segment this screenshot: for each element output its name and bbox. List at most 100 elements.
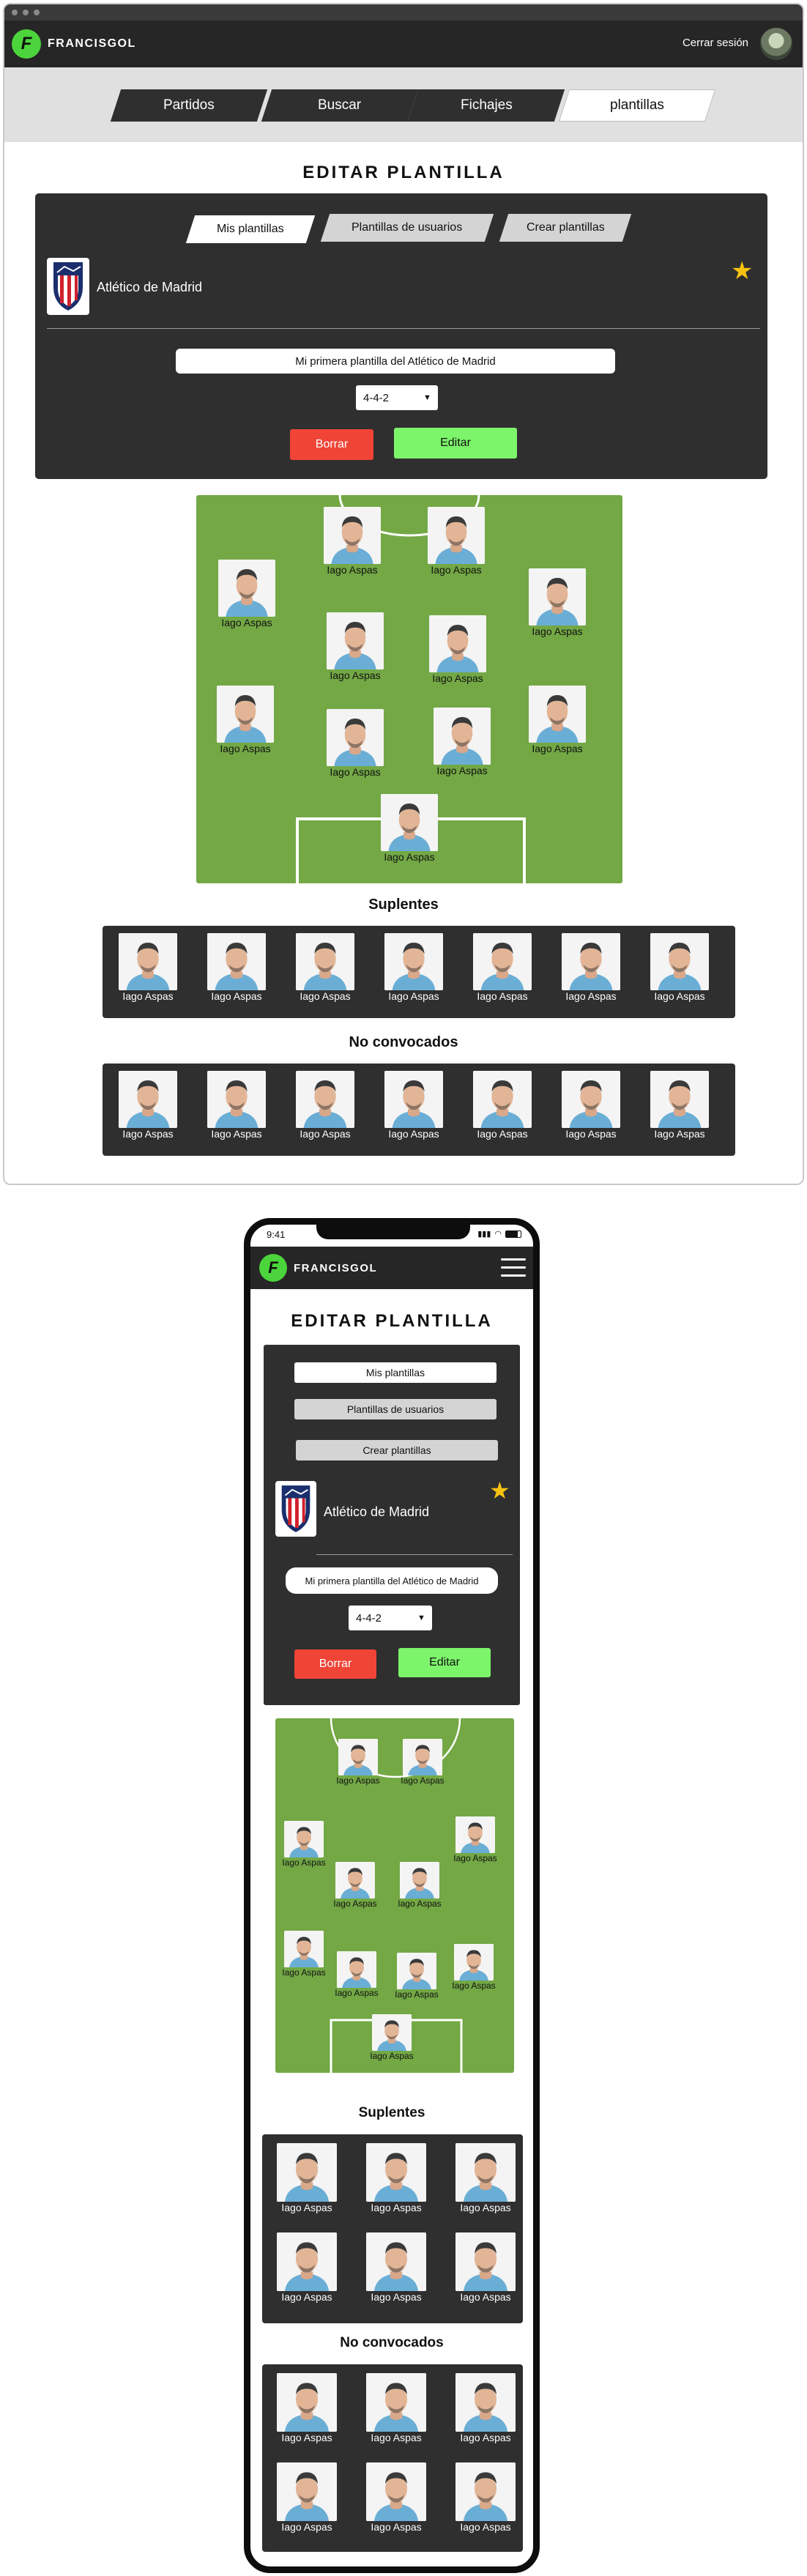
- player-card[interactable]: Iago Aspas: [104, 933, 192, 1002]
- player-name: Iago Aspas: [388, 1128, 439, 1140]
- subtab-label: Crear plantillas: [526, 221, 605, 234]
- player-card[interactable]: Iago Aspas: [458, 1071, 546, 1140]
- player-card[interactable]: Iago Aspas: [352, 2232, 441, 2303]
- hamburger-menu-icon[interactable]: [501, 1258, 526, 1277]
- player-card[interactable]: Iago Aspas: [636, 1071, 724, 1140]
- logo-icon: F: [12, 29, 41, 59]
- subtab-crear-plantillas[interactable]: Crear plantillas: [499, 214, 632, 242]
- subtab-plantillas-usuarios[interactable]: Plantillas de usuarios: [320, 214, 494, 242]
- subtab-crear-plantillas[interactable]: Crear plantillas: [296, 1440, 498, 1460]
- player-card[interactable]: Iago Aspas: [352, 2462, 441, 2533]
- player-card[interactable]: Iago Aspas: [419, 708, 505, 776]
- top-header: F FRANCISGOL Cerrar sesión: [4, 21, 803, 67]
- not-called-heading: No convocados: [340, 2335, 444, 2350]
- player-card[interactable]: Iago Aspas: [312, 612, 398, 681]
- player-card[interactable]: Iago Aspas: [202, 686, 289, 754]
- player-card[interactable]: Iago Aspas: [458, 933, 546, 1002]
- player-card[interactable]: Iago Aspas: [204, 560, 290, 628]
- player-card[interactable]: Iago Aspas: [352, 2143, 441, 2213]
- lineup-name-field[interactable]: Mi primera plantilla del Atlético de Mad…: [286, 1567, 498, 1594]
- player-card[interactable]: Iago Aspas: [281, 933, 369, 1002]
- player-name: Iago Aspas: [532, 626, 583, 637]
- subtab-plantillas-usuarios[interactable]: Plantillas de usuarios: [294, 1399, 497, 1419]
- chevron-down-icon: ▼: [417, 1614, 425, 1622]
- window-maximize-dot[interactable]: [34, 10, 40, 15]
- player-photo: [366, 2373, 426, 2432]
- player-card[interactable]: Iago Aspas: [514, 568, 600, 637]
- player-photo: [428, 507, 485, 564]
- player-card[interactable]: Iago Aspas: [324, 1739, 393, 1786]
- subtab-mis-plantillas[interactable]: Mis plantillas: [294, 1362, 497, 1383]
- player-card[interactable]: Iago Aspas: [636, 933, 724, 1002]
- player-card[interactable]: Iago Aspas: [281, 1071, 369, 1140]
- player-name: Iago Aspas: [281, 2202, 332, 2213]
- nav-tab-fichajes[interactable]: Fichajes: [407, 89, 565, 122]
- player-card[interactable]: Iago Aspas: [414, 615, 501, 684]
- player-photo: [277, 2373, 337, 2432]
- player-card[interactable]: Iago Aspas: [370, 933, 458, 1002]
- player-card[interactable]: Iago Aspas: [441, 1816, 510, 1863]
- player-card[interactable]: Iago Aspas: [104, 1071, 192, 1140]
- player-card[interactable]: Iago Aspas: [309, 507, 395, 576]
- player-card[interactable]: Iago Aspas: [370, 1071, 458, 1140]
- player-card[interactable]: Iago Aspas: [514, 686, 600, 754]
- subtab-mis-plantillas[interactable]: Mis plantillas: [185, 215, 316, 243]
- logo[interactable]: F FRANCISGOL: [259, 1254, 377, 1282]
- player-card[interactable]: Iago Aspas: [352, 2373, 441, 2443]
- player-card[interactable]: Iago Aspas: [322, 1951, 391, 1998]
- nav-tab-plantillas[interactable]: plantillas: [558, 89, 716, 122]
- logout-link[interactable]: Cerrar sesión: [683, 37, 748, 49]
- player-card[interactable]: Iago Aspas: [413, 507, 499, 576]
- player-photo: [384, 933, 443, 990]
- player-card[interactable]: Iago Aspas: [441, 2373, 530, 2443]
- player-card[interactable]: Iago Aspas: [441, 2232, 530, 2303]
- player-name: Iago Aspas: [371, 2521, 422, 2533]
- player-card[interactable]: Iago Aspas: [357, 2014, 426, 2061]
- nav-tab-partidos[interactable]: Partidos: [110, 89, 268, 122]
- edit-button[interactable]: Editar: [394, 428, 517, 459]
- player-name: Iago Aspas: [460, 2432, 511, 2443]
- formation-select[interactable]: 4-4-2 ▼: [356, 385, 438, 410]
- substitutes-heading: Suplentes: [358, 2105, 425, 2120]
- user-avatar[interactable]: [760, 28, 792, 60]
- player-photo: [218, 560, 275, 617]
- player-card[interactable]: Iago Aspas: [262, 2232, 352, 2303]
- player-card[interactable]: Iago Aspas: [439, 1944, 508, 1991]
- player-name: Iago Aspas: [371, 2291, 422, 2303]
- logo[interactable]: F FRANCISGOL: [12, 29, 136, 59]
- mobile-header: F FRANCISGOL: [250, 1247, 533, 1289]
- player-card[interactable]: Iago Aspas: [366, 794, 453, 863]
- player-card[interactable]: Iago Aspas: [193, 1071, 280, 1140]
- nav-tab-label: Partidos: [163, 97, 215, 113]
- player-card[interactable]: Iago Aspas: [275, 1821, 338, 1868]
- player-card[interactable]: Iago Aspas: [547, 1071, 635, 1140]
- player-card[interactable]: Iago Aspas: [262, 2373, 352, 2443]
- player-card[interactable]: Iago Aspas: [321, 1862, 390, 1909]
- player-name: Iago Aspas: [211, 990, 262, 1002]
- player-card[interactable]: Iago Aspas: [193, 933, 280, 1002]
- player-photo: [277, 2232, 337, 2291]
- player-photo: [429, 615, 486, 672]
- player-card[interactable]: Iago Aspas: [385, 1862, 454, 1909]
- player-photo: [381, 794, 438, 851]
- player-card[interactable]: Iago Aspas: [547, 933, 635, 1002]
- player-card[interactable]: Iago Aspas: [262, 2462, 352, 2533]
- delete-button[interactable]: Borrar: [290, 429, 373, 460]
- favorite-star-icon[interactable]: ★: [731, 256, 753, 286]
- player-card[interactable]: Iago Aspas: [262, 2143, 352, 2213]
- player-card[interactable]: Iago Aspas: [388, 1739, 457, 1786]
- player-name: Iago Aspas: [335, 1988, 379, 1998]
- window-close-dot[interactable]: [12, 10, 18, 15]
- nav-tab-label: Buscar: [318, 97, 362, 113]
- edit-button[interactable]: Editar: [398, 1648, 491, 1677]
- nav-tab-buscar[interactable]: Buscar: [261, 89, 419, 122]
- player-card[interactable]: Iago Aspas: [441, 2143, 530, 2213]
- player-card[interactable]: Iago Aspas: [441, 2462, 530, 2533]
- favorite-star-icon[interactable]: ★: [489, 1477, 510, 1504]
- delete-button[interactable]: Borrar: [294, 1649, 376, 1679]
- window-minimize-dot[interactable]: [23, 10, 29, 15]
- lineup-name-field[interactable]: Mi primera plantilla del Atlético de Mad…: [176, 349, 615, 374]
- player-card[interactable]: Iago Aspas: [312, 709, 398, 778]
- substitutes-bench: Iago Aspas Iago Aspas Iago Aspas Iago Aspas…: [262, 2134, 523, 2323]
- formation-select[interactable]: 4-4-2 ▼: [349, 1606, 432, 1630]
